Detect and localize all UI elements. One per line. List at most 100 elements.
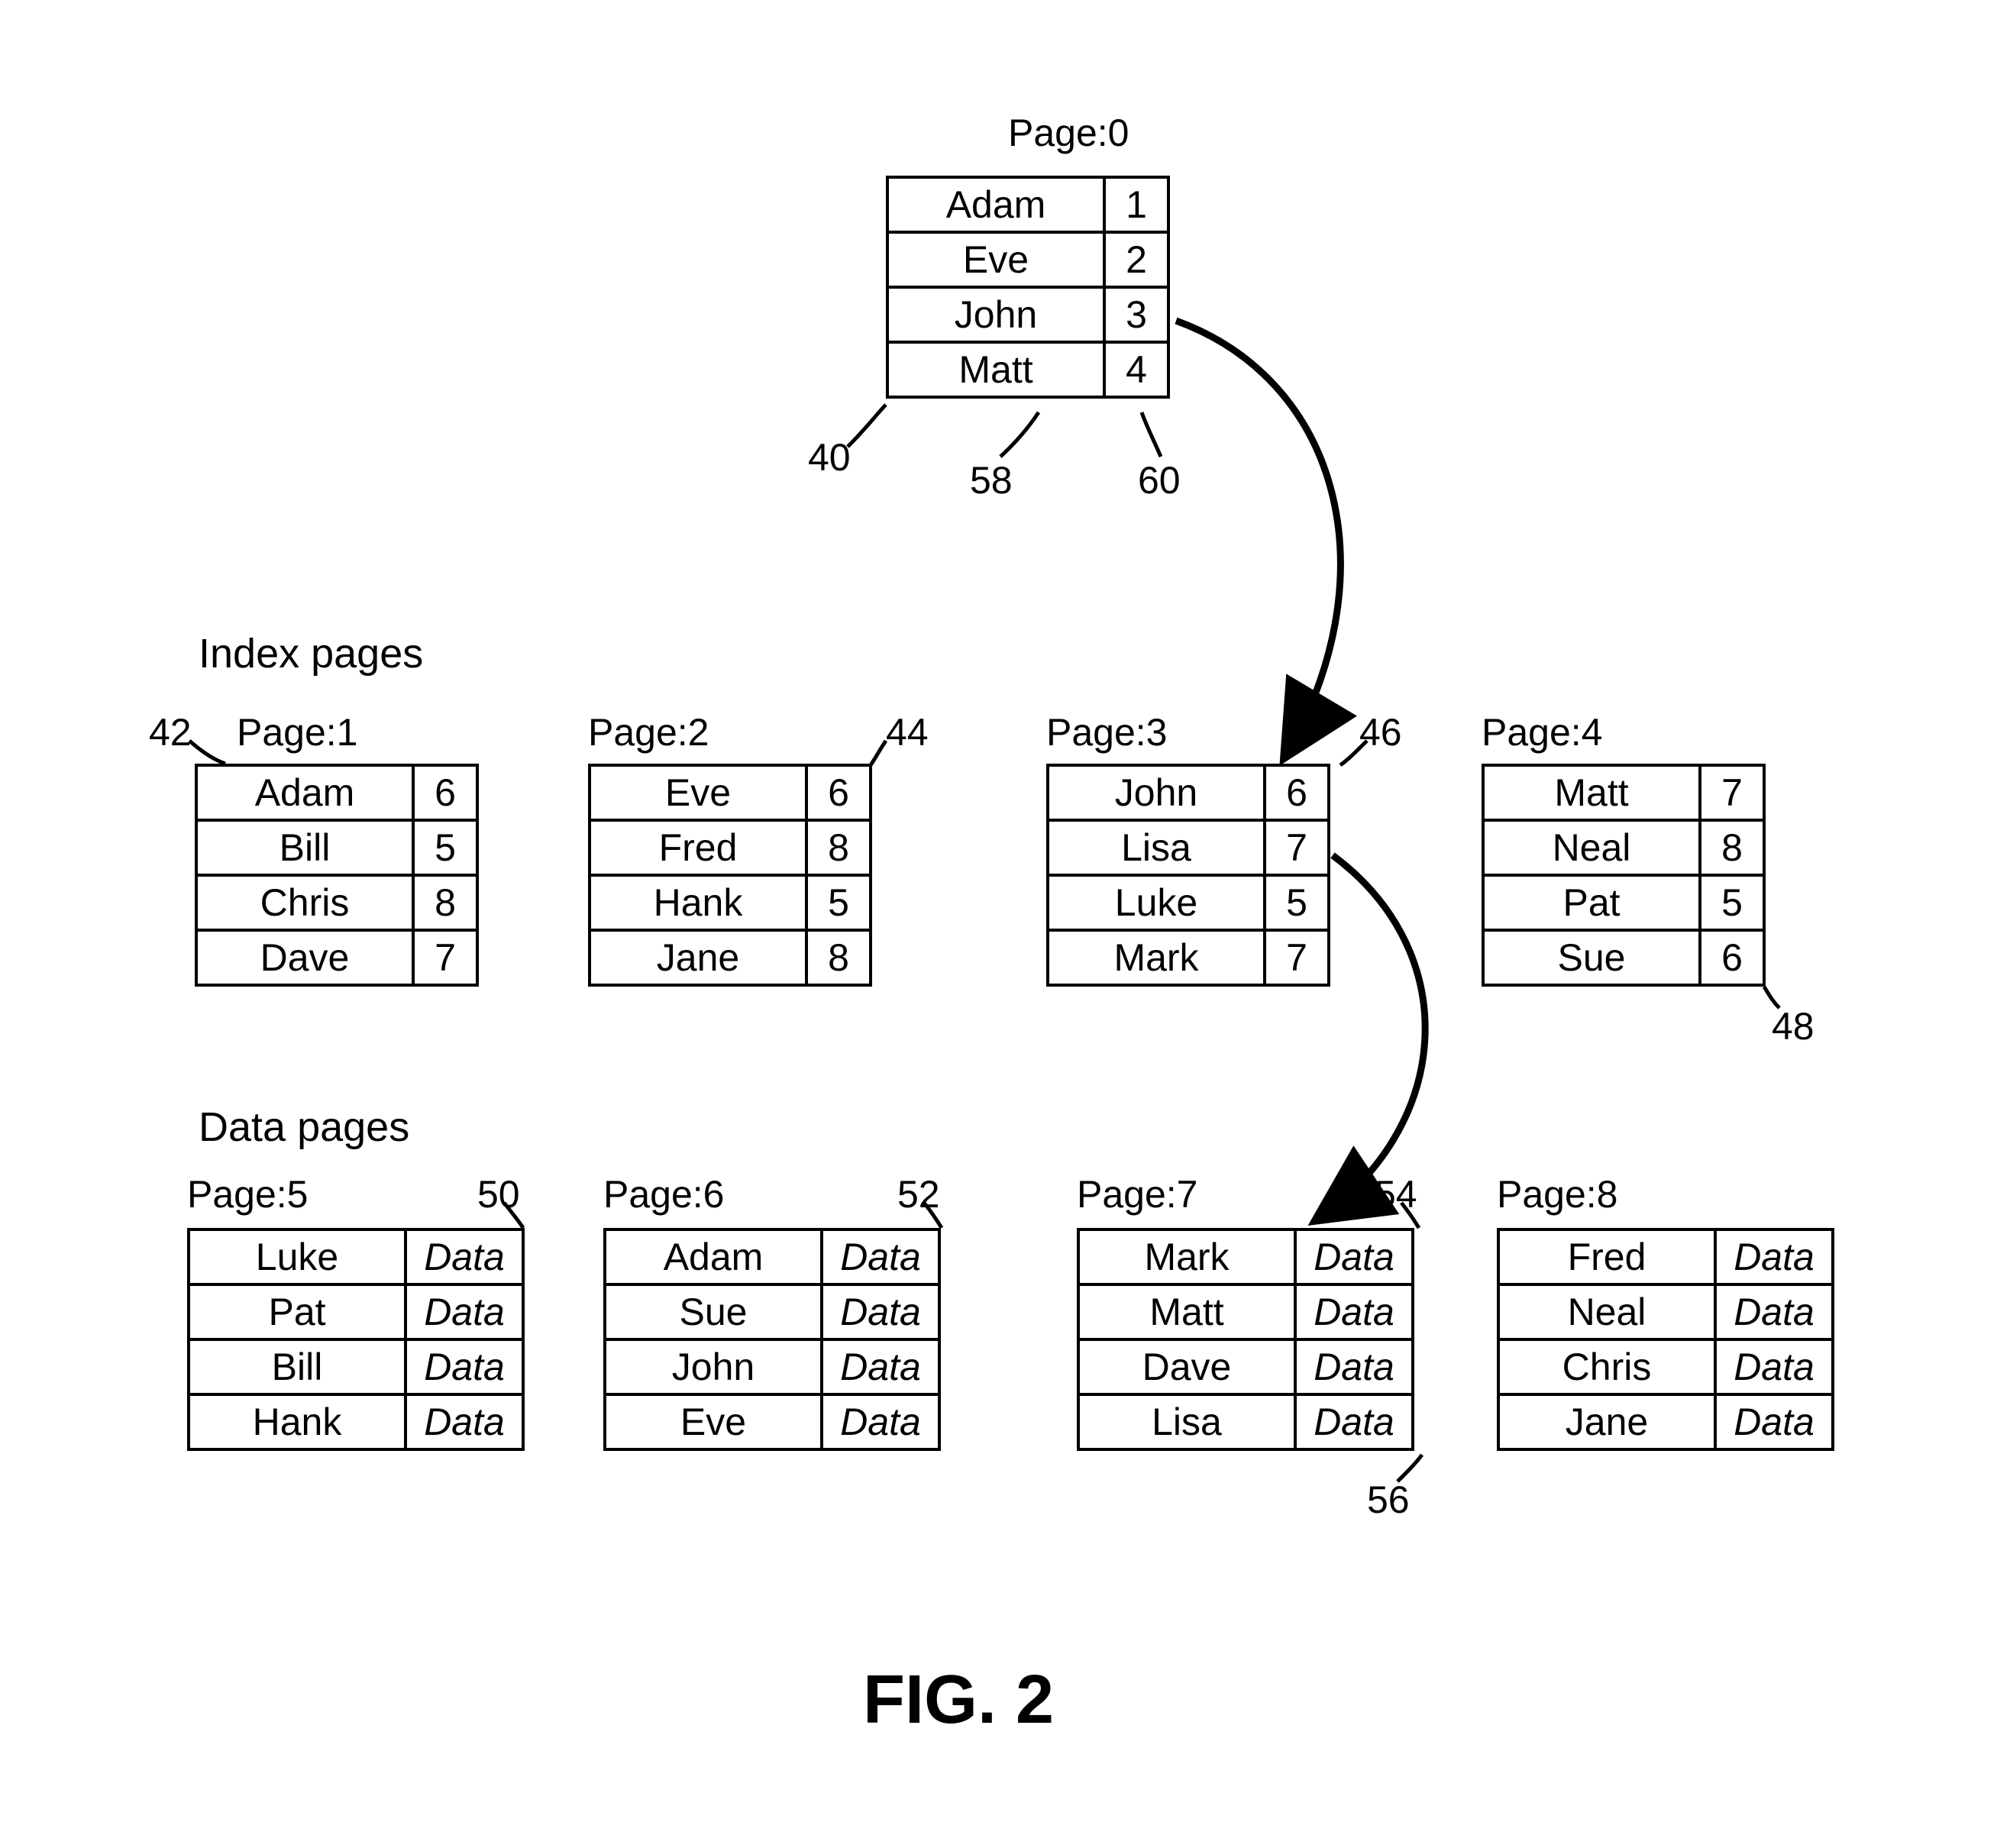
table-row: MarkData	[1078, 1229, 1413, 1284]
page1-title: Page:1	[237, 710, 357, 754]
table-row: Luke5	[1048, 875, 1329, 930]
ptr-cell: 3	[1104, 287, 1168, 342]
table-row: Bill5	[196, 820, 477, 875]
ptr-cell: 1	[1104, 177, 1168, 232]
page0-table: Adam 1 Eve 2 John 3 Matt 4	[886, 176, 1170, 399]
table-row: John6	[1048, 765, 1329, 820]
table-row: AdamData	[605, 1229, 939, 1284]
table-row: FredData	[1498, 1229, 1833, 1284]
key-cell: Neal	[1498, 1284, 1715, 1339]
key-cell: Lisa	[1048, 820, 1265, 875]
ptr-cell: 7	[1265, 930, 1329, 985]
table-row: Adam 1	[887, 177, 1168, 232]
page8-title: Page:8	[1497, 1172, 1617, 1216]
data-cell: Data	[1715, 1339, 1833, 1394]
page5-table: LukeData PatData BillData HankData	[187, 1228, 525, 1451]
key-cell: Mark	[1078, 1229, 1295, 1284]
figure-caption: FIG. 2	[863, 1661, 1054, 1740]
page3-title: Page:3	[1046, 710, 1167, 754]
key-cell: John	[887, 287, 1104, 342]
data-cell: Data	[1295, 1284, 1413, 1339]
table-row: Lisa7	[1048, 820, 1329, 875]
table-row: NealData	[1498, 1284, 1833, 1339]
table-row: Eve 2	[887, 232, 1168, 287]
key-cell: Pat	[1483, 875, 1700, 930]
ptr-cell: 6	[1700, 930, 1764, 985]
key-cell: Adam	[196, 765, 413, 820]
table-row: Dave7	[196, 930, 477, 985]
key-cell: Dave	[1078, 1339, 1295, 1394]
key-cell: Fred	[590, 820, 806, 875]
table-row: PatData	[189, 1284, 523, 1339]
ptr-cell: 8	[806, 930, 871, 985]
data-cell: Data	[822, 1229, 939, 1284]
page7-title: Page:7	[1077, 1172, 1197, 1216]
table-row: MattData	[1078, 1284, 1413, 1339]
key-cell: Eve	[605, 1394, 822, 1449]
data-cell: Data	[1715, 1229, 1833, 1284]
table-row: BillData	[189, 1339, 523, 1394]
table-row: DaveData	[1078, 1339, 1413, 1394]
page4-table: Matt7 Neal8 Pat5 Sue6	[1482, 764, 1766, 987]
key-cell: Fred	[1498, 1229, 1715, 1284]
key-cell: Sue	[605, 1284, 822, 1339]
key-cell: Jane	[590, 930, 806, 985]
table-row: Mark7	[1048, 930, 1329, 985]
ref-60: 60	[1138, 458, 1181, 502]
ref-40: 40	[808, 435, 851, 480]
data-cell: Data	[406, 1229, 523, 1284]
ptr-cell: 8	[806, 820, 871, 875]
data-cell: Data	[1295, 1394, 1413, 1449]
key-cell: Pat	[189, 1284, 406, 1339]
key-cell: Sue	[1483, 930, 1700, 985]
page8-table: FredData NealData ChrisData JaneData	[1497, 1228, 1834, 1451]
ref-44: 44	[886, 710, 929, 754]
table-row: HankData	[189, 1394, 523, 1449]
table-row: JohnData	[605, 1339, 939, 1394]
key-cell: Chris	[1498, 1339, 1715, 1394]
ptr-cell: 8	[413, 875, 477, 930]
key-cell: Adam	[605, 1229, 822, 1284]
data-cell: Data	[1295, 1229, 1413, 1284]
table-row: LisaData	[1078, 1394, 1413, 1449]
table-row: SueData	[605, 1284, 939, 1339]
table-row: Matt7	[1483, 765, 1764, 820]
ptr-cell: 5	[1265, 875, 1329, 930]
ptr-cell: 6	[1265, 765, 1329, 820]
ref-58: 58	[970, 458, 1013, 502]
page7-table: MarkData MattData DaveData LisaData	[1077, 1228, 1414, 1451]
data-cell: Data	[1715, 1394, 1833, 1449]
page5-title: Page:5	[187, 1172, 308, 1216]
ref-56: 56	[1367, 1478, 1410, 1522]
table-row: EveData	[605, 1394, 939, 1449]
key-cell: Bill	[196, 820, 413, 875]
page2-title: Page:2	[588, 710, 709, 754]
diagram-canvas: Index pages Data pages FIG. 2 Page:0 Ada…	[0, 0, 2010, 1848]
data-cell: Data	[1295, 1339, 1413, 1394]
ptr-cell: 2	[1104, 232, 1168, 287]
key-cell: Dave	[196, 930, 413, 985]
ptr-cell: 7	[1265, 820, 1329, 875]
table-row: Hank5	[590, 875, 871, 930]
table-row: ChrisData	[1498, 1339, 1833, 1394]
ptr-cell: 7	[413, 930, 477, 985]
table-row: Chris8	[196, 875, 477, 930]
ptr-cell: 7	[1700, 765, 1764, 820]
data-pages-label: Data pages	[199, 1103, 409, 1151]
key-cell: Luke	[1048, 875, 1265, 930]
ptr-cell: 8	[1700, 820, 1764, 875]
index-pages-label: Index pages	[199, 630, 423, 677]
key-cell: Lisa	[1078, 1394, 1295, 1449]
data-cell: Data	[1715, 1284, 1833, 1339]
key-cell: Matt	[887, 342, 1104, 397]
key-cell: Eve	[887, 232, 1104, 287]
table-row: Matt 4	[887, 342, 1168, 397]
table-row: John 3	[887, 287, 1168, 342]
key-cell: Chris	[196, 875, 413, 930]
key-cell: Luke	[189, 1229, 406, 1284]
data-cell: Data	[822, 1339, 939, 1394]
key-cell: Matt	[1483, 765, 1700, 820]
ref-46: 46	[1359, 710, 1402, 754]
ptr-cell: 5	[806, 875, 871, 930]
ptr-cell: 5	[1700, 875, 1764, 930]
